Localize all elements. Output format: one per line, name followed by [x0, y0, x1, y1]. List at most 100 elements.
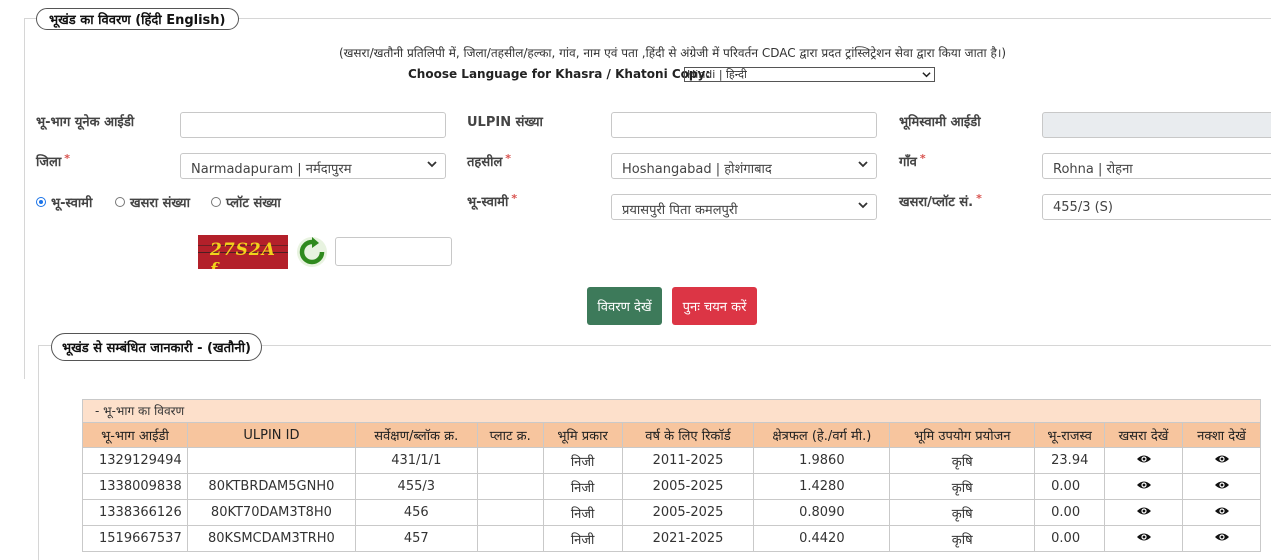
- chevron-down-icon: [858, 202, 868, 209]
- cell-land-use: कृषि: [889, 447, 1036, 474]
- cell-land-type: निजी: [542, 499, 623, 526]
- view-map-cell: [1182, 447, 1261, 474]
- transliteration-note: (खसरा/खतौनी प्रतिलिपी में, जिला/तहसील/हल…: [338, 46, 1007, 60]
- radio-khasra-dot: [115, 197, 125, 207]
- tehsil-select[interactable]: Hoshangabad | होशंगाबाद: [611, 153, 877, 179]
- header-area: क्षेत्रफल (हे./वर्ग मी.): [753, 422, 891, 448]
- unique-id-label: भू-भाग यूनेक आईडी: [36, 115, 135, 130]
- tehsil-label: तहसील *: [467, 152, 512, 170]
- language-label: Choose Language for Khasra / Khatoni Cop…: [408, 67, 711, 81]
- captcha-image: 27S2A f: [198, 235, 288, 269]
- cell-land-use: कृषि: [889, 525, 1036, 552]
- cell-record-year: 2005-2025: [621, 473, 755, 500]
- khasra-select[interactable]: 455/3 (S): [1042, 194, 1271, 220]
- cell-area: 1.9860: [753, 447, 891, 474]
- header-survey-no: सर्वेक्षण/ब्लॉक क्र.: [354, 422, 478, 448]
- cell-plot-no: [476, 447, 544, 474]
- village-select[interactable]: Rohna | रोहना: [1042, 153, 1271, 179]
- view-map-icon[interactable]: [1214, 505, 1230, 520]
- cell-land-id: 1329129494: [82, 447, 188, 474]
- view-map-icon[interactable]: [1214, 531, 1230, 546]
- cell-ulpin-id: 80KT70DAM3T8H0: [186, 499, 356, 526]
- section-legend-khatoni: भूखंड से सम्बंधित जानकारी - (खतौनी): [51, 333, 262, 361]
- cell-area: 1.4280: [753, 473, 891, 500]
- cell-area: 0.8090: [753, 499, 891, 526]
- cell-record-year: 2021-2025: [621, 525, 755, 552]
- view-khasra-cell: [1104, 473, 1184, 500]
- ulpin-label: ULPIN संख्या: [467, 115, 543, 130]
- header-view-khasra: खसरा देखें: [1104, 422, 1184, 448]
- cell-survey-no: 431/1/1: [354, 447, 478, 474]
- radio-owner[interactable]: भू-स्वामी: [36, 193, 92, 211]
- view-map-cell: [1182, 525, 1261, 552]
- view-khasra-icon[interactable]: [1136, 505, 1152, 520]
- cell-revenue: 23.94: [1034, 447, 1106, 474]
- cell-plot-no: [476, 473, 544, 500]
- cell-survey-no: 457: [354, 525, 478, 552]
- khasra-label: खसरा/प्लॉट सं. *: [899, 192, 982, 210]
- radio-plot[interactable]: प्लॉट संख्या: [211, 193, 281, 211]
- table-row: 1338366126 80KT70DAM3T8H0 456 निजी 2005-2025…: [82, 499, 1261, 526]
- owner-id-input: [1042, 112, 1271, 138]
- view-khasra-icon[interactable]: [1136, 531, 1152, 546]
- owner-select-value: प्रयासपुरी पिता कमलपुरी: [622, 203, 738, 218]
- captcha-input[interactable]: [335, 237, 452, 266]
- unique-id-input[interactable]: [180, 112, 446, 138]
- district-select-value: Narmadapuram | नर्मदापुरम: [191, 162, 352, 177]
- cell-land-type: निजी: [542, 447, 623, 474]
- village-select-value: Rohna | रोहना: [1053, 162, 1133, 177]
- view-map-icon[interactable]: [1214, 479, 1230, 494]
- district-select[interactable]: Narmadapuram | नर्मदापुरम: [180, 153, 446, 179]
- cell-land-use: कृषि: [889, 499, 1036, 526]
- table-caption: - भू-भाग का विवरण: [82, 399, 1261, 423]
- view-map-cell: [1182, 473, 1261, 500]
- cell-land-use: कृषि: [889, 473, 1036, 500]
- cell-ulpin-id: 80KSMCDAM3TRH0: [186, 525, 356, 552]
- view-details-button[interactable]: विवरण देखें: [587, 287, 662, 325]
- radio-khasra[interactable]: खसरा संख्या: [115, 193, 190, 211]
- language-select[interactable]: Hindi | हिन्दी: [684, 67, 935, 82]
- ulpin-input[interactable]: [611, 112, 877, 138]
- tehsil-select-value: Hoshangabad | होशंगाबाद: [622, 162, 772, 177]
- view-map-cell: [1182, 499, 1261, 526]
- view-map-icon[interactable]: [1214, 453, 1230, 468]
- cell-ulpin-id: 80KTBRDAM5GNH0: [186, 473, 356, 500]
- land-details-table: भू-भाग आईडी ULPIN ID सर्वेक्षण/ब्लॉक क्र…: [82, 422, 1261, 552]
- owner-id-label: भूमिस्वामी आईडी: [899, 115, 981, 130]
- section-legend-land-details: भूखंड का विवरण (हिंदी English): [36, 8, 239, 30]
- header-plot-no: प्लाट क्र.: [476, 422, 544, 448]
- owner-select[interactable]: प्रयासपुरी पिता कमलपुरी: [611, 194, 877, 220]
- radio-owner-dot: [36, 197, 46, 207]
- refresh-captcha-icon[interactable]: [296, 236, 328, 268]
- view-khasra-icon[interactable]: [1136, 479, 1152, 494]
- chevron-down-icon: [427, 161, 437, 168]
- table-header-row: भू-भाग आईडी ULPIN ID सर्वेक्षण/ब्लॉक क्र…: [82, 422, 1261, 448]
- cell-ulpin-id: [186, 447, 356, 474]
- cell-area: 0.4420: [753, 525, 891, 552]
- view-khasra-cell: [1104, 525, 1184, 552]
- cell-revenue: 0.00: [1034, 473, 1106, 500]
- reset-selection-button[interactable]: पुनः चयन करें: [672, 287, 757, 325]
- chevron-down-icon: [922, 72, 931, 78]
- captcha-text: 27S2A f: [210, 240, 276, 269]
- view-khasra-cell: [1104, 499, 1184, 526]
- radio-plot-dot: [211, 197, 221, 207]
- table-row: 1338009838 80KTBRDAM5GNH0 455/3 निजी 2005-20…: [82, 473, 1261, 500]
- cell-record-year: 2011-2025: [621, 447, 755, 474]
- view-khasra-icon[interactable]: [1136, 453, 1152, 468]
- owner-label: भू-स्वामी *: [467, 192, 518, 210]
- header-revenue: भू-राजस्व: [1034, 422, 1106, 448]
- cell-record-year: 2005-2025: [621, 499, 755, 526]
- header-land-id: भू-भाग आईडी: [82, 422, 188, 448]
- village-label: गाँव *: [899, 152, 926, 170]
- cell-land-id: 1338009838: [82, 473, 188, 500]
- header-ulpin-id: ULPIN ID: [186, 422, 356, 448]
- table-row: 1519667537 80KSMCDAM3TRH0 457 निजी 2021-2025…: [82, 525, 1261, 552]
- cell-land-type: निजी: [542, 525, 623, 552]
- header-record-year: वर्ष के लिए रिकॉर्ड: [621, 422, 755, 448]
- cell-land-id: 1519667537: [82, 525, 188, 552]
- header-land-use: भूमि उपयोग प्रयोजन: [889, 422, 1036, 448]
- cell-plot-no: [476, 499, 544, 526]
- khasra-select-value: 455/3 (S): [1053, 200, 1113, 215]
- cell-land-id: 1338366126: [82, 499, 188, 526]
